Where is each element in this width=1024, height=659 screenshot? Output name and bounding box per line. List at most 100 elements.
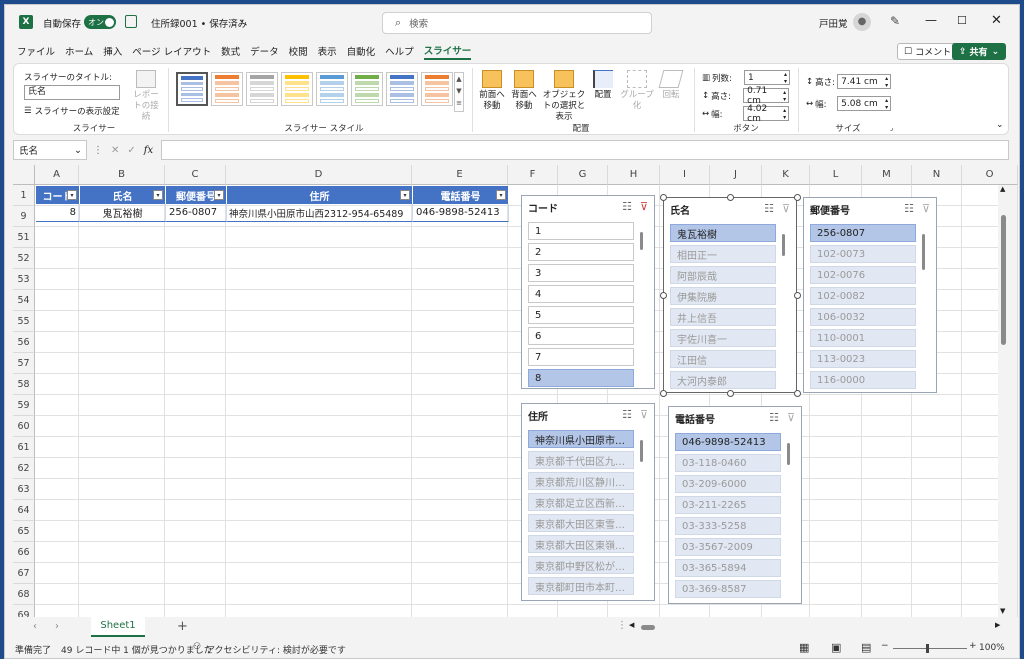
slicer-item[interactable]: 5 [528, 306, 634, 324]
row-header-56[interactable]: 56 [13, 332, 35, 353]
resize-handle[interactable] [727, 390, 734, 397]
resize-handle[interactable] [660, 292, 667, 299]
menu-insert[interactable]: 挿入 [103, 44, 122, 58]
row-header-64[interactable]: 64 [13, 500, 35, 521]
resize-handle[interactable] [794, 390, 801, 397]
report-connections-button[interactable]: レポートの接続 [130, 70, 162, 123]
clear-filter-icon[interactable]: ⊽ [640, 408, 648, 421]
multi-select-icon[interactable]: ☷ [904, 202, 914, 215]
column-header-c[interactable]: C [165, 165, 226, 185]
clear-filter-icon[interactable]: ⊽ [922, 202, 930, 215]
column-header-o[interactable]: O [962, 165, 1018, 185]
slicer-item[interactable]: 3 [528, 264, 634, 282]
spinner-arrows-icon[interactable]: ▴ ▾ [885, 97, 890, 111]
select-all-corner[interactable] [13, 165, 35, 185]
slicer-item[interactable]: 113-0023 [810, 350, 916, 368]
row-header-65[interactable]: 65 [13, 521, 35, 542]
slicer-style-gallery[interactable] [176, 72, 453, 106]
maximize-icon[interactable]: ☐ [957, 14, 967, 27]
slicer-item[interactable]: 伊集院勝 [670, 287, 776, 305]
group-button[interactable]: グループ化 [620, 70, 654, 112]
slicer-scrollbar[interactable] [787, 443, 790, 465]
table-header-name[interactable]: 氏名 ▾ [80, 186, 166, 204]
column-header-a[interactable]: A [35, 165, 79, 185]
slicer-item[interactable]: 鬼瓦裕樹 [670, 224, 776, 242]
row-header-52[interactable]: 52 [13, 248, 35, 269]
column-header-d[interactable]: D [226, 165, 412, 185]
bring-forward-button[interactable]: 前面へ移動 [478, 70, 506, 112]
menu-automate[interactable]: 自動化 [347, 44, 376, 58]
accessibility-icon[interactable]: ⚇ [193, 642, 201, 652]
slicer-item[interactable]: 046-9898-52413 [675, 433, 781, 451]
table-header-code[interactable]: コード ▾ [36, 186, 80, 204]
slicer-item[interactable]: 東京都大田区東雪… [528, 514, 634, 532]
filter-dropdown-icon[interactable]: ▾ [400, 190, 410, 200]
menu-page-layout[interactable]: ページ レイアウト [132, 44, 211, 58]
slicer-item[interactable]: 102-0082 [810, 287, 916, 305]
size-width-spinner[interactable]: 5.08 cm ▴ ▾ [837, 96, 892, 111]
row-header-9[interactable]: 9 [13, 206, 35, 227]
row-header-62[interactable]: 62 [13, 458, 35, 479]
multi-select-icon[interactable]: ☷ [769, 411, 779, 424]
slicer-item[interactable]: 6 [528, 327, 634, 345]
filter-dropdown-icon[interactable]: ▾ [496, 190, 506, 200]
table-cell-name[interactable]: 鬼瓦裕樹 [80, 204, 166, 222]
sheet-tab-sheet1[interactable]: Sheet1 [91, 617, 145, 637]
slicer-item[interactable]: 102-0076 [810, 266, 916, 284]
clear-filter-icon[interactable]: ⊽ [782, 202, 790, 215]
scroll-thumb[interactable] [1001, 215, 1006, 345]
multi-select-icon[interactable]: ☷ [622, 408, 632, 421]
row-header-68[interactable]: 68 [13, 584, 35, 605]
table-header-phone[interactable]: 電話番号 ▾ [413, 186, 509, 204]
row-header-1[interactable]: 1 [13, 185, 35, 206]
slicer-zip[interactable]: 郵便番号 ☷ ⊽ 256-0807 102-0073 102-0076 102-0082 10… [803, 197, 937, 393]
scroll-down-icon[interactable]: ▼ [1000, 607, 1005, 615]
menu-home[interactable]: ホーム [65, 44, 93, 58]
clear-filter-icon[interactable]: ⊽ [787, 411, 795, 424]
zoom-slider-thumb[interactable] [926, 644, 929, 653]
slicer-item[interactable]: 神奈川県小田原市… [528, 430, 634, 448]
spinner-arrows-icon[interactable]: ▴ ▾ [885, 75, 890, 89]
row-header-60[interactable]: 60 [13, 416, 35, 437]
slicer-scrollbar[interactable] [640, 440, 643, 462]
next-sheet-icon[interactable]: › [55, 621, 59, 632]
slicer-item[interactable]: 宇佐川喜一 [670, 329, 776, 347]
column-header-h[interactable]: H [608, 165, 660, 185]
row-header-58[interactable]: 58 [13, 374, 35, 395]
slicer-scrollbar[interactable] [640, 232, 643, 250]
slicer-item[interactable]: 116-0000 [810, 371, 916, 389]
add-sheet-icon[interactable]: + [177, 619, 188, 634]
spinner-arrows-icon[interactable]: ▴ ▾ [784, 71, 789, 85]
slicer-item[interactable]: 東京都荒川区静川… [528, 472, 634, 490]
status-accessibility[interactable]: アクセシビリティ: 検討が必要です [206, 643, 346, 656]
row-header-53[interactable]: 53 [13, 269, 35, 290]
slicer-item[interactable]: 大河内泰郎 [670, 371, 776, 389]
filter-dropdown-icon[interactable]: ▾ [214, 190, 224, 200]
clear-filter-icon[interactable]: ⊽ [640, 200, 648, 213]
column-header-m[interactable]: M [862, 165, 912, 185]
comment-button[interactable]: ☐ コメント [897, 43, 959, 60]
save-icon[interactable] [125, 15, 137, 28]
slicer-item[interactable]: 03-365-5894 [675, 559, 781, 577]
slicer-item[interactable]: 1 [528, 222, 634, 240]
multi-select-icon[interactable]: ☷ [764, 202, 774, 215]
slicer-item[interactable]: 東京都大田区東嶺… [528, 535, 634, 553]
page-layout-view-icon[interactable]: ▣ [831, 641, 841, 654]
worksheet-grid[interactable]: ABCDEFGHIJKLMNO 1 9 51 52 53 54 55 56 57 58 59 60 61… [13, 165, 1018, 658]
slicer-item[interactable]: 03-369-8587 [675, 580, 781, 598]
prev-sheet-icon[interactable]: ‹ [33, 621, 37, 632]
minimize-icon[interactable]: — [925, 13, 937, 27]
table-cell-address[interactable]: 神奈川県小田原市山西2312-954-65489 [227, 204, 413, 222]
slicer-item[interactable]: 東京都足立区西新… [528, 493, 634, 511]
slicer-item[interactable]: 阿部辰哉 [670, 266, 776, 284]
share-button[interactable]: ⇪ 共有 ⌄ [952, 43, 1007, 60]
button-width-spinner[interactable]: 4.02 cm ▴ ▾ [743, 104, 790, 124]
zoom-level[interactable]: 100% [979, 643, 1005, 653]
slicer-style-5[interactable] [316, 72, 348, 106]
size-height-spinner[interactable]: 7.41 cm ▴ ▾ [837, 74, 892, 89]
menu-help[interactable]: ヘルプ [385, 44, 414, 58]
menu-slicer[interactable]: スライサー [423, 43, 472, 60]
scroll-up-icon[interactable]: ▲ [1000, 185, 1005, 193]
vertical-scrollbar[interactable]: ▲ ▼ [998, 185, 1009, 617]
column-header-b[interactable]: B [79, 165, 165, 185]
